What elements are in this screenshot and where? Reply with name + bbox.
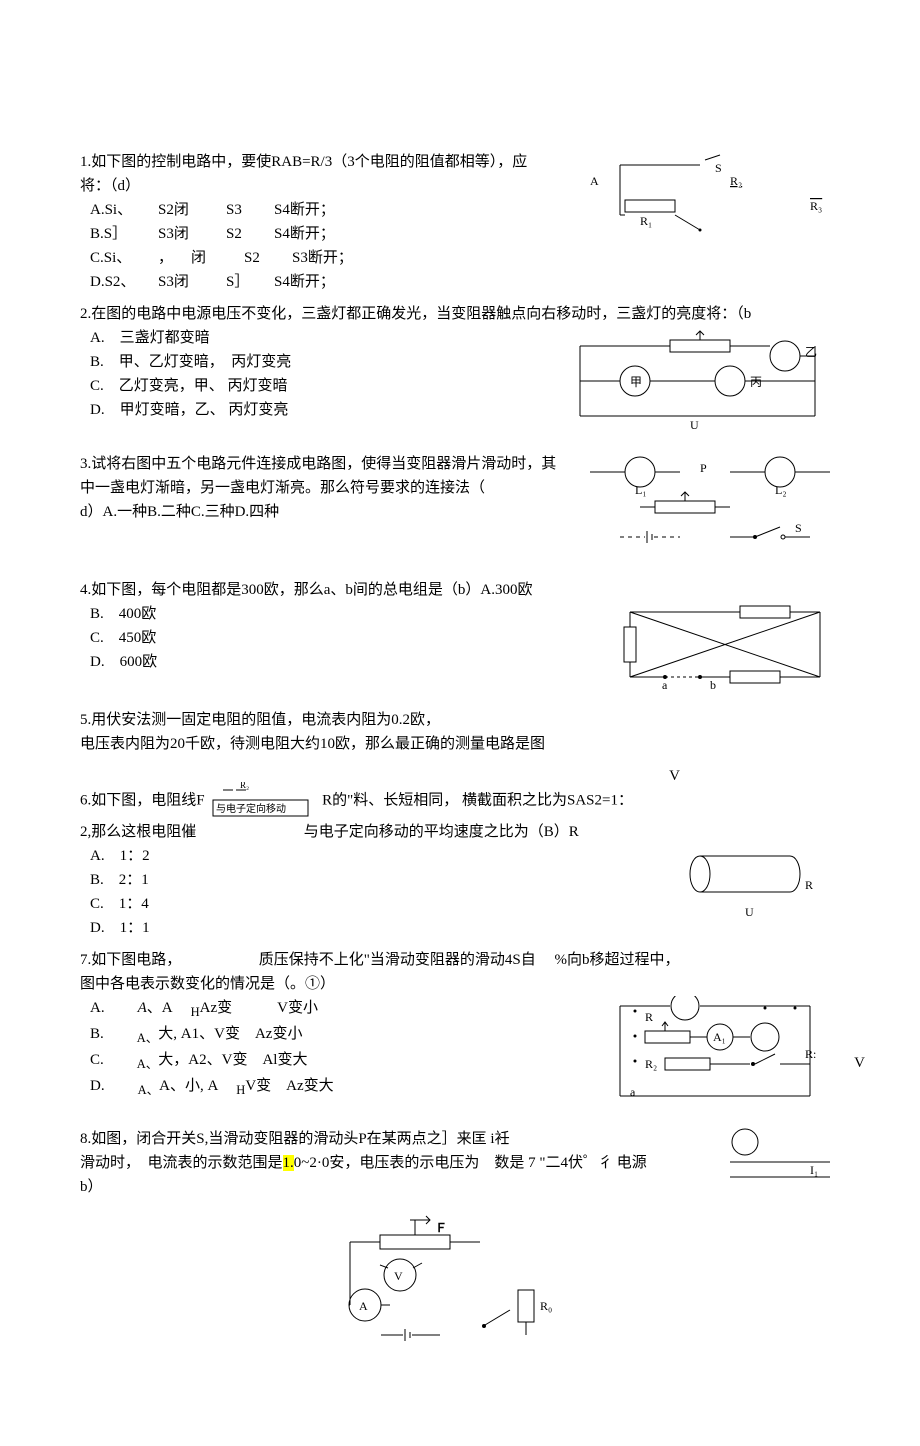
svg-text:U: U bbox=[745, 905, 754, 919]
svg-text:U: U bbox=[690, 418, 699, 432]
svg-text:丙: 丙 bbox=[750, 375, 762, 389]
svg-text:A: A bbox=[590, 174, 599, 188]
q8-stem3: b） bbox=[80, 1175, 700, 1199]
q1-stem: 1.如下图的控制电路中，要使RAB=R/3（3个电阻的阻值都相等），应将：（d） bbox=[80, 150, 540, 198]
question-8: 8.如图，闭合开关S,当滑动变阻器的滑动头P在某两点之］来匡 i衽 滑动时， 电… bbox=[80, 1127, 840, 1358]
q6-inline-diagram-1: R₂ 与电子定向移动 bbox=[208, 782, 318, 820]
q7-opt-a: A. A、AHAz变 V变小 bbox=[90, 996, 580, 1022]
q2-opt-d: D. 甲灯变暗，乙、 丙灯变亮 bbox=[90, 398, 540, 422]
q3-options: d）A.一种B.二种C.三种D.四种 bbox=[80, 500, 560, 524]
q1-opt-b: B.S］S3闭S2S4断开； bbox=[90, 222, 540, 246]
svg-text:R₃: R₃ bbox=[810, 199, 822, 213]
svg-text:L₂: L₂ bbox=[775, 483, 787, 497]
svg-text:与电子定向移动: 与电子定向移动 bbox=[216, 802, 286, 815]
svg-text:甲: 甲 bbox=[630, 375, 642, 389]
q2-circuit-diagram: 乙 甲 丙 U bbox=[560, 326, 840, 436]
q6-cylinder-diagram: R U bbox=[660, 844, 840, 924]
q7-opt-b: B. A、大, A1、V变 Az变小 bbox=[90, 1022, 580, 1048]
question-6: 6.如下图，电阻线F R₂ 与电子定向移动 R的"料、长短相同， V 横截面积之… bbox=[80, 782, 840, 940]
q4-opt-b: B. 400欧 bbox=[90, 602, 590, 626]
svg-text:R: R bbox=[645, 1010, 653, 1024]
q7-stem2: 图中各电表示数变化的情况是（。①） bbox=[80, 972, 840, 996]
q7-circuit-diagram: R A₁ R₂ R: a bbox=[600, 996, 840, 1111]
svg-text:V: V bbox=[394, 1269, 403, 1283]
q6-stem-line2: 2,那么这根电阻催 与电子定向移动的平均速度之比为（B）R bbox=[80, 820, 840, 844]
q6-opt-b: B. 2：1 bbox=[90, 868, 640, 892]
q2-opt-c: C. 乙灯变亮，甲、 丙灯变暗 bbox=[90, 374, 540, 398]
q6-fig-v: V bbox=[669, 764, 680, 788]
q1-opt-a: A.Si、S2闭S3S4断开； bbox=[90, 198, 540, 222]
svg-text:R₂: R₂ bbox=[240, 782, 249, 790]
svg-text:R₀: R₀ bbox=[540, 1299, 552, 1313]
q5-line2: 电压表内阻为20千欧，待测电阻大约10欧，那么最正确的测量电路是图 bbox=[80, 732, 840, 756]
svg-text:a: a bbox=[630, 1085, 636, 1099]
highlight: 1. bbox=[283, 1155, 294, 1171]
q7-opt-c: C. A、大，A2、V变 Al变大 bbox=[90, 1048, 580, 1074]
q6-opt-d: D. 1：1 bbox=[90, 916, 640, 940]
q2-opt-a: A. 三盏灯都变暗 bbox=[90, 326, 540, 350]
svg-text:P: P bbox=[700, 461, 707, 475]
svg-text:R₂: R₂ bbox=[730, 174, 742, 188]
q1-opt-c: C.Si、，闭S2S3断开； bbox=[90, 246, 540, 270]
svg-text:S: S bbox=[795, 521, 802, 535]
q6-stem-line1: 6.如下图，电阻线F R₂ 与电子定向移动 R的"料、长短相同， V 横截面积之… bbox=[80, 782, 840, 820]
q1-circuit-diagram: S A R₁ R₂ R₃ bbox=[560, 150, 840, 240]
svg-text:R₁: R₁ bbox=[640, 214, 652, 228]
q7-stem-row: 7.如下图电路， 质压保持不上化"当滑动变阻器的滑动4S自 %向b移超过程中， bbox=[80, 948, 840, 972]
q4-opt-c: C. 450欧 bbox=[90, 626, 590, 650]
q4-opt-d: D. 600欧 bbox=[90, 650, 590, 674]
question-2: 2.在图的电路中电源电压不变化，三盏灯都正确发光，当变阻器触点向右移动时，三盏灯… bbox=[80, 302, 840, 444]
q6-opt-a: A. 1：2 bbox=[90, 844, 640, 868]
svg-text:L₁: L₁ bbox=[635, 483, 647, 497]
question-7: 7.如下图电路， 质压保持不上化"当滑动变阻器的滑动4S自 %向b移超过程中， … bbox=[80, 948, 840, 1119]
svg-text:A: A bbox=[359, 1299, 368, 1313]
svg-text:I₁: I₁ bbox=[810, 1163, 818, 1177]
svg-text:a: a bbox=[662, 678, 668, 692]
q4-circuit-diagram: a b bbox=[610, 602, 840, 692]
q5-line1: 5.用伏安法测一固定电阻的阻值，电流表内阻为0.2欧， bbox=[80, 708, 840, 732]
question-1: 1.如下图的控制电路中，要使RAB=R/3（3个电阻的阻值都相等），应将：（d）… bbox=[80, 150, 840, 294]
svg-text:S: S bbox=[715, 161, 722, 175]
q6-opt-c: C. 1：4 bbox=[90, 892, 640, 916]
q7-fig-v: V bbox=[854, 1051, 865, 1075]
question-3: 3.试将右图中五个电路元件连接成电路图，使得当变阻器滑片滑动时，其中一盏电灯渐暗… bbox=[80, 452, 840, 560]
svg-text:b: b bbox=[710, 678, 716, 692]
q7-opt-d: D. A、A、小, AHV变 Az变大 bbox=[90, 1074, 580, 1100]
q1-opt-d: D.S2、S3闭S］S4断开； bbox=[90, 270, 540, 294]
q4-stem: 4.如下图，每个电阻都是300欧，那么a、b间的总电组是（b）A.300欧 bbox=[80, 578, 840, 602]
q8-small-diagram: I₁ bbox=[720, 1127, 840, 1197]
q2-stem: 2.在图的电路中电源电压不变化，三盏灯都正确发光，当变阻器触点向右移动时，三盏灯… bbox=[80, 302, 840, 326]
svg-text:R₂: R₂ bbox=[645, 1057, 657, 1071]
q3-stem: 3.试将右图中五个电路元件连接成电路图，使得当变阻器滑片滑动时，其中一盏电灯渐暗… bbox=[80, 452, 560, 500]
svg-text:R: R bbox=[805, 878, 813, 892]
svg-text:R:: R: bbox=[805, 1047, 816, 1061]
question-5: 5.用伏安法测一固定电阻的阻值，电流表内阻为0.2欧， 电压表内阻为20千欧，待… bbox=[80, 708, 840, 756]
q2-opt-b: B. 甲、乙灯变暗， 丙灯变亮 bbox=[90, 350, 540, 374]
svg-text:A₁: A₁ bbox=[713, 1030, 726, 1044]
svg-text:Ｆ: Ｆ bbox=[435, 1221, 447, 1235]
q8-stem1: 8.如图，闭合开关S,当滑动变阻器的滑动头P在某两点之］来匡 i衽 bbox=[80, 1127, 700, 1151]
q8-stem2: 滑动时， 电流表的示数范围是1.0~2·0安，电压表的示电压为 数是 7 "二4… bbox=[80, 1151, 700, 1175]
question-4: 4.如下图，每个电阻都是300欧，那么a、b间的总电组是（b）A.300欧 B.… bbox=[80, 578, 840, 700]
q3-components-diagram: L₁ P L₂ S bbox=[580, 452, 840, 552]
q8-circuit-diagram: Ｆ V A R₀ bbox=[310, 1210, 610, 1350]
